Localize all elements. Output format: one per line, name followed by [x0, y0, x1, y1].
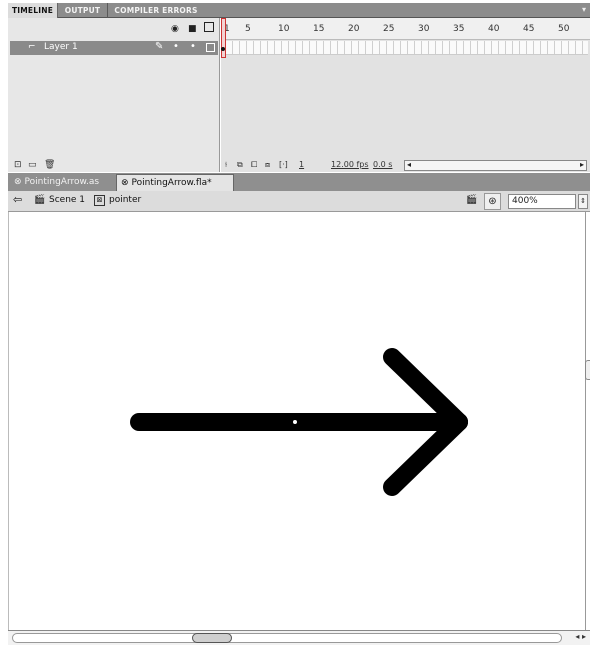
frame-number: 50	[558, 24, 570, 34]
close-tab-icon[interactable]: ⊗	[121, 178, 129, 188]
doc-tab-label: PointingArrow.fla*	[131, 178, 212, 188]
onion-skin-icon[interactable]: ⧉	[237, 160, 243, 170]
lock-icon[interactable]: ■	[188, 24, 197, 34]
frame-number: 5	[245, 24, 251, 34]
edit-symbols-button[interactable]: ⊛	[484, 193, 501, 210]
zoom-input[interactable]: 400%	[508, 194, 576, 209]
edit-multiple-frames-icon[interactable]: ⧈	[265, 160, 270, 170]
layer-row[interactable]: ⌐ Layer 1 ✎ • •	[10, 41, 218, 55]
frame-number: 20	[348, 24, 360, 34]
layer-outline-square[interactable]	[206, 43, 215, 52]
timeline-layer-header: ◉ ■	[8, 18, 220, 40]
elapsed-time: 0.0 s	[373, 160, 393, 169]
symbol-breadcrumb[interactable]: pointer	[109, 195, 141, 205]
delete-layer-icon[interactable]: 🗑	[44, 160, 55, 170]
scene-icon: 🎬	[34, 195, 46, 205]
arrow-head-lower	[383, 413, 468, 496]
stage-horizontal-scrollbar[interactable]: ◂ ▸	[8, 630, 590, 645]
new-layer-icon[interactable]: ⊡	[14, 160, 22, 170]
edit-bar: ⇦ 🎬 Scene 1 ⊠ pointer 🎬 ⊛ 400% ⇕	[8, 191, 590, 212]
zoom-dropdown[interactable]: ⇕	[578, 194, 588, 209]
layer-tools: ⊡ ▭ 🗑	[10, 160, 218, 172]
modify-markers-icon[interactable]: [·]	[279, 160, 288, 169]
stage[interactable]	[8, 212, 586, 630]
back-arrow-icon[interactable]: ⇦	[13, 193, 22, 206]
keyframe[interactable]	[221, 45, 226, 53]
current-frame[interactable]: 1	[299, 160, 304, 169]
doc-tab-pointingarrow-as[interactable]: ⊗ PointingArrow.as	[10, 174, 116, 191]
scroll-left-icon[interactable]: ◂	[407, 160, 411, 169]
layer-icon: ⌐	[28, 42, 36, 52]
tab-compiler-errors[interactable]: COMPILER ERRORS	[108, 3, 204, 18]
scene-breadcrumb[interactable]: Scene 1	[49, 195, 85, 205]
scroll-thumb[interactable]	[192, 633, 232, 643]
frame-number: 25	[383, 24, 395, 34]
doc-tab-pointingarrow-fla[interactable]: ⊗ PointingArrow.fla*	[116, 174, 234, 191]
document-tabs: ⊗ PointingArrow.as ⊗ PointingArrow.fla*	[8, 173, 590, 191]
layer-name: Layer 1	[44, 42, 78, 52]
frame-number: 10	[278, 24, 290, 34]
frame-number: 30	[418, 24, 430, 34]
frame-ruler[interactable]: 1 5 10 15 20 25 30 35 40 45 50	[221, 18, 590, 40]
scroll-right-icon[interactable]: ▸	[580, 160, 584, 169]
arrow-head-upper	[383, 348, 468, 431]
eye-icon[interactable]: ◉	[171, 24, 179, 34]
pointer-arrow[interactable]	[130, 348, 468, 496]
frame-number: 45	[523, 24, 535, 34]
symbol-icon: ⊠	[94, 195, 105, 206]
registration-point	[292, 419, 298, 425]
layer-lock-dot[interactable]: •	[190, 41, 196, 52]
close-tab-icon[interactable]: ⊗	[14, 177, 22, 187]
onion-outline-icon[interactable]: ⧠	[251, 160, 257, 170]
new-folder-icon[interactable]: ▭	[28, 160, 37, 170]
center-frame-icon[interactable]: ⫮	[225, 160, 227, 170]
frame-number: 35	[453, 24, 465, 34]
tab-output[interactable]: OUTPUT	[58, 3, 108, 18]
panel-tab-strip: TIMELINE OUTPUT COMPILER ERRORS ▾	[8, 3, 590, 18]
vertical-scroll-handle[interactable]	[585, 360, 590, 380]
pencil-icon: ✎	[155, 41, 164, 52]
frame-rate[interactable]: 12.00 fps	[331, 160, 369, 169]
timeline-horizontal-scrollbar[interactable]: ◂ ▸	[404, 160, 587, 171]
layer-visibility-dot[interactable]: •	[173, 41, 179, 52]
scroll-arrows[interactable]: ◂ ▸	[575, 632, 586, 641]
tab-timeline[interactable]: TIMELINE	[8, 3, 58, 18]
frame-number: 15	[313, 24, 325, 34]
stage-canvas	[130, 348, 468, 496]
scroll-track[interactable]	[12, 633, 562, 643]
edit-scene-icon[interactable]: 🎬	[466, 195, 477, 205]
panel-menu-icon[interactable]: ▾	[582, 5, 586, 14]
doc-tab-label: PointingArrow.as	[24, 177, 100, 187]
frame-row[interactable]	[226, 41, 588, 55]
frame-number: 40	[488, 24, 500, 34]
outline-icon[interactable]	[204, 22, 214, 32]
